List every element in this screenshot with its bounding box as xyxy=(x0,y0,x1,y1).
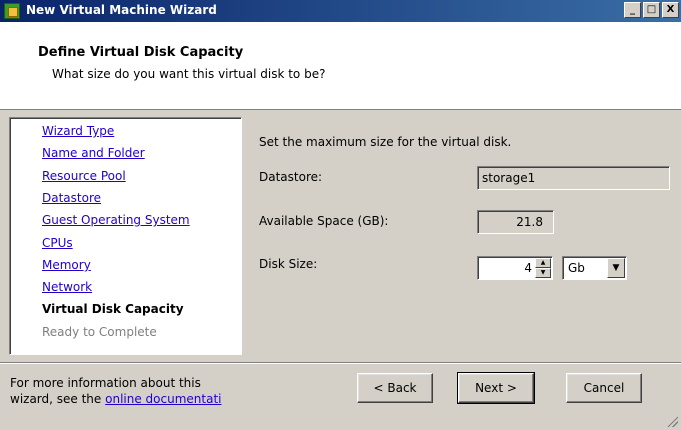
chevron-down-icon[interactable]: ▼ xyxy=(607,258,625,278)
step-datastore[interactable]: Datastore xyxy=(42,191,101,205)
step-ready-to-complete: Ready to Complete xyxy=(42,325,157,339)
minimize-button[interactable]: _ xyxy=(624,2,641,18)
wizard-header: Define Virtual Disk Capacity What size d… xyxy=(0,22,681,110)
intro-text: Set the maximum size for the virtual dis… xyxy=(259,135,512,149)
back-button[interactable]: < Back xyxy=(357,373,433,403)
help-text-line2: wizard, see the online documentati xyxy=(10,391,221,407)
step-resource-pool[interactable]: Resource Pool xyxy=(42,169,126,183)
spin-up-icon[interactable]: ▲ xyxy=(535,258,551,268)
disk-size-spinner[interactable]: 4 ▲ ▼ xyxy=(477,256,553,280)
resize-grip-icon[interactable] xyxy=(666,415,678,427)
step-network[interactable]: Network xyxy=(42,280,92,294)
step-memory[interactable]: Memory xyxy=(42,258,91,272)
cancel-button[interactable]: Cancel xyxy=(566,373,642,403)
step-cpus[interactable]: CPUs xyxy=(42,236,73,250)
footer-separator xyxy=(0,362,681,364)
datastore-label: Datastore: xyxy=(259,170,323,184)
spinner-arrows: ▲ ▼ xyxy=(535,258,551,278)
vm-wizard-icon xyxy=(4,3,20,19)
disk-size-value[interactable]: 4 xyxy=(524,261,532,275)
spin-down-icon[interactable]: ▼ xyxy=(535,268,551,278)
window-controls: _ □ X xyxy=(624,2,679,18)
help-text-line1: For more information about this xyxy=(10,376,201,390)
next-button[interactable]: Next > xyxy=(457,372,535,404)
available-space-label: Available Space (GB): xyxy=(259,214,389,228)
page-title: Define Virtual Disk Capacity xyxy=(38,45,244,60)
online-documentation-link[interactable]: online documentati xyxy=(105,392,221,406)
disk-unit-select[interactable]: Gb ▼ xyxy=(562,256,627,280)
step-virtual-disk-capacity: Virtual Disk Capacity xyxy=(42,302,184,316)
disk-size-label: Disk Size: xyxy=(259,257,318,271)
page-subtitle: What size do you want this virtual disk … xyxy=(52,67,326,81)
wizard-steps-panel: Wizard Type Name and Folder Resource Poo… xyxy=(9,117,242,355)
step-name-and-folder[interactable]: Name and Folder xyxy=(42,146,145,160)
disk-unit-value: Gb xyxy=(568,261,585,275)
window-title: New Virtual Machine Wizard xyxy=(26,3,217,17)
title-bar: New Virtual Machine Wizard _ □ X xyxy=(0,0,681,22)
step-guest-os[interactable]: Guest Operating System xyxy=(42,213,190,227)
datastore-field: storage1 xyxy=(477,166,670,190)
maximize-button[interactable]: □ xyxy=(643,2,660,18)
help-text-prefix: wizard, see the xyxy=(10,392,102,406)
step-wizard-type[interactable]: Wizard Type xyxy=(42,124,114,138)
available-space-field: 21.8 xyxy=(477,210,554,234)
close-button[interactable]: X xyxy=(662,2,679,18)
help-info: For more information about this wizard, … xyxy=(10,375,221,407)
